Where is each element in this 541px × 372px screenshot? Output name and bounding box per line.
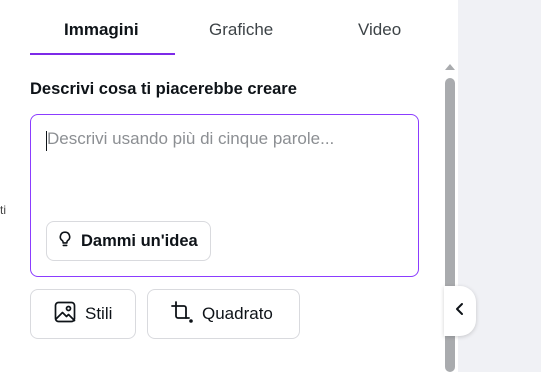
styles-button-label: Stili	[85, 304, 113, 323]
ai-generator-panel: ti Immagini Grafiche Video Descrivi cosa…	[0, 0, 443, 372]
active-tab-indicator	[30, 53, 175, 55]
tab-graphics[interactable]: Grafiche	[209, 20, 273, 40]
crop-icon	[170, 300, 194, 329]
tab-images[interactable]: Immagini	[64, 20, 139, 40]
tab-video[interactable]: Video	[358, 20, 401, 40]
idea-button-label: Dammi un'idea	[81, 231, 198, 250]
text-cursor	[46, 131, 47, 151]
chevron-left-icon	[454, 302, 466, 321]
image-icon	[53, 300, 77, 329]
triangle-up-icon[interactable]	[443, 60, 457, 74]
lightbulb-icon	[55, 229, 75, 254]
media-type-tabs: Immagini Grafiche Video	[30, 0, 442, 56]
format-button-label: Quadrato	[202, 304, 273, 323]
prompt-input[interactable]	[47, 129, 402, 189]
prompt-box: Dammi un'idea	[30, 114, 419, 277]
collapse-panel-button[interactable]	[444, 286, 476, 336]
idea-button[interactable]: Dammi un'idea	[46, 221, 211, 261]
prompt-label: Descrivi cosa ti piacerebbe creare	[30, 80, 297, 98]
clipped-side-text: ti	[0, 203, 6, 217]
format-button[interactable]: Quadrato	[147, 289, 300, 339]
styles-button[interactable]: Stili	[30, 289, 136, 339]
